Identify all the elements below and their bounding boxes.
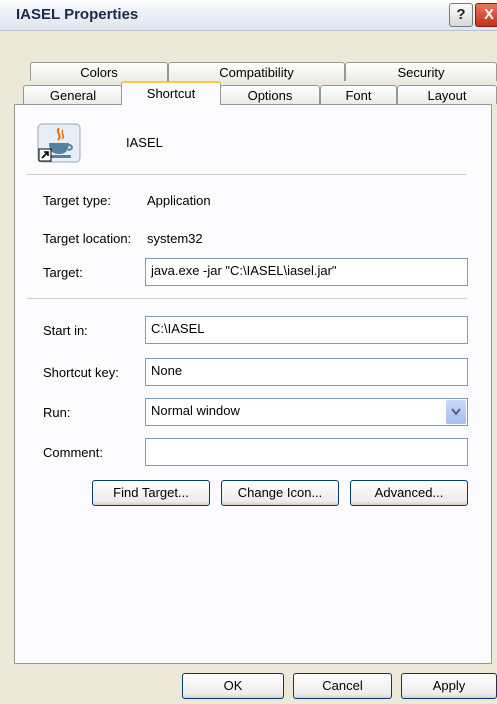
ok-button[interactable]: OK — [182, 673, 284, 699]
shortcut-name: IASEL — [126, 135, 163, 150]
run-select[interactable]: Normal window — [145, 398, 468, 426]
find-target-button[interactable]: Find Target... — [92, 480, 210, 506]
target-input[interactable]: java.exe -jar "C:\IASEL\iasel.jar" — [145, 258, 468, 286]
run-label: Run: — [43, 405, 71, 420]
target-location-value: system32 — [147, 231, 203, 246]
start-in-label: Start in: — [43, 323, 88, 338]
target-location-label: Target location: — [43, 231, 132, 246]
run-select-value: Normal window — [151, 403, 240, 418]
shortcut-key-input[interactable]: None — [145, 358, 468, 386]
shortcut-key-label: Shortcut key: — [43, 365, 119, 380]
chevron-down-icon[interactable] — [446, 400, 466, 424]
properties-window: IASEL Properties ? X Colors Compatibilit… — [0, 0, 497, 704]
target-type-value: Application — [147, 193, 211, 208]
shortcut-content: IASEL Target type: Application Target lo… — [0, 0, 497, 704]
java-coffee-cup-icon — [37, 123, 81, 163]
divider — [27, 174, 467, 175]
comment-label: Comment: — [43, 445, 103, 460]
apply-button[interactable]: Apply — [401, 673, 497, 699]
advanced-button[interactable]: Advanced... — [350, 480, 468, 506]
comment-input[interactable] — [145, 438, 468, 466]
change-icon-button[interactable]: Change Icon... — [221, 480, 339, 506]
divider — [27, 298, 467, 299]
cancel-button[interactable]: Cancel — [293, 673, 392, 699]
target-type-label: Target type: — [43, 193, 111, 208]
target-label: Target: — [43, 265, 83, 280]
start-in-input[interactable]: C:\IASEL — [145, 316, 468, 344]
